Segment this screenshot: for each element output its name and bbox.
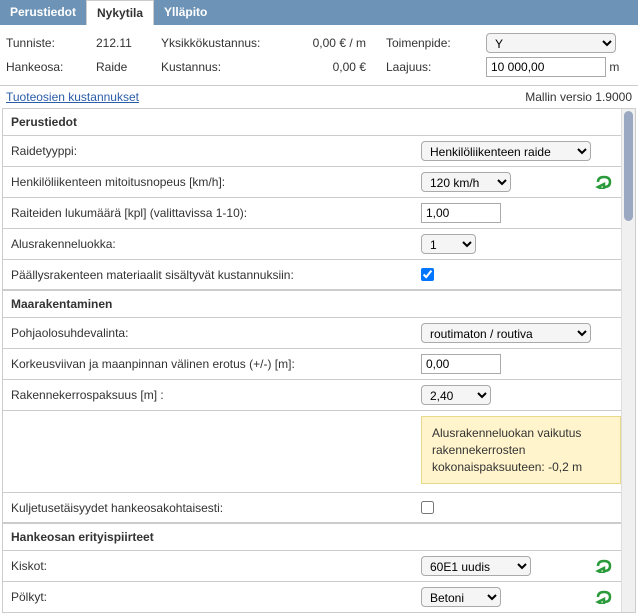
- paallys-checkbox[interactable]: [421, 268, 434, 281]
- undo-icon[interactable]: [595, 590, 613, 604]
- tunniste-label: Tunniste:: [6, 36, 96, 50]
- undo-icon[interactable]: [595, 175, 613, 189]
- polkyt-label: Pölkyt:: [11, 590, 421, 604]
- kuljetus-label: Kuljetusetäisyydet hankeosakohtaisesti:: [11, 501, 421, 515]
- row-paallys: Päällysrakenteen materiaalit sisältyvät …: [3, 260, 621, 290]
- row-rakenne: Rakennekerrospaksuus [m] : 2,40: [3, 380, 621, 411]
- row-kiskot: Kiskot: 60E1 uudis: [3, 551, 621, 582]
- toimenpide-select[interactable]: Y: [486, 33, 616, 53]
- note-row: Alusrakenneluokan vaikutus rakennekerros…: [3, 411, 621, 493]
- kiskot-label: Kiskot:: [11, 559, 421, 573]
- yksikkokustannus-label: Yksikkökustannus:: [161, 36, 281, 50]
- section-erityis: Hankeosan erityispiirteet: [3, 523, 621, 551]
- section-maarakentaminen: Maarakentaminen: [3, 290, 621, 318]
- tab-nykytila[interactable]: Nykytila: [86, 0, 154, 25]
- row-raidetyyppi: Raidetyyppi: Henkilöliikenteen raide: [3, 136, 621, 167]
- row-mitoitusnopeus: Henkilöliikenteen mitoitusnopeus [km/h]:…: [3, 167, 621, 198]
- raiteiden-label: Raiteiden lukumäärä [kpl] (valittavissa …: [11, 206, 421, 220]
- korkeus-input[interactable]: [421, 354, 501, 374]
- tabs: Perustiedot Nykytila Ylläpito: [0, 0, 638, 25]
- pohja-label: Pohjaolosuhdevalinta:: [11, 326, 421, 340]
- paallys-label: Päällysrakenteen materiaalit sisältyvät …: [11, 268, 421, 282]
- rakenne-label: Rakennekerrospaksuus [m] :: [11, 388, 421, 402]
- mitoitusnopeus-label: Henkilöliikenteen mitoitusnopeus [km/h]:: [11, 175, 421, 189]
- raidetyyppi-label: Raidetyyppi:: [11, 144, 421, 158]
- hankeosa-value: Raide: [96, 60, 161, 74]
- row-korkeus: Korkeusviivan ja maanpinnan välinen erot…: [3, 349, 621, 380]
- tab-perustiedot[interactable]: Perustiedot: [0, 0, 86, 25]
- kustannus-label: Kustannus:: [161, 60, 281, 74]
- tuoteosien-link[interactable]: Tuoteosien kustannukset: [0, 86, 145, 108]
- laajuus-unit: m: [609, 60, 619, 74]
- laajuus-input[interactable]: [486, 57, 606, 77]
- kuljetus-checkbox[interactable]: [421, 501, 434, 514]
- hankeosa-label: Hankeosa:: [6, 60, 96, 74]
- scrollbar[interactable]: [621, 109, 635, 612]
- note-box: Alusrakenneluokan vaikutus rakennekerros…: [421, 416, 621, 484]
- toimenpide-select-wrap: Y: [486, 33, 626, 53]
- rakenne-select[interactable]: 2,40: [421, 385, 491, 405]
- row-alusrakenne: Alusrakenneluokka: 1: [3, 229, 621, 260]
- toimenpide-label: Toimenpide:: [386, 36, 486, 50]
- kiskot-select[interactable]: 60E1 uudis: [421, 556, 531, 576]
- scroll-thumb[interactable]: [624, 111, 633, 221]
- model-version: Mallin versio 1.9000: [519, 86, 638, 108]
- section-perustiedot: Perustiedot: [3, 109, 621, 136]
- alusrakenne-select[interactable]: 1: [421, 234, 476, 254]
- infobar: Tunniste: 212.11 Yksikkökustannus: 0,00 …: [0, 25, 638, 85]
- row-polkyt: Pölkyt: Betoni: [3, 582, 621, 612]
- tunniste-value: 212.11: [96, 36, 161, 50]
- row-kuljetus: Kuljetusetäisyydet hankeosakohtaisesti:: [3, 493, 621, 523]
- undo-icon[interactable]: [595, 559, 613, 573]
- row-pohja: Pohjaolosuhdevalinta: routimaton / routi…: [3, 318, 621, 349]
- polkyt-select[interactable]: Betoni: [421, 587, 501, 607]
- kustannus-value: 0,00 €: [281, 60, 386, 74]
- yksikkokustannus-value: 0,00 € / m: [281, 36, 386, 50]
- laajuus-wrap: m: [486, 57, 626, 77]
- pohja-select[interactable]: routimaton / routiva: [421, 323, 591, 343]
- raiteiden-input[interactable]: [421, 203, 501, 223]
- tab-yllapito[interactable]: Ylläpito: [154, 0, 217, 25]
- row-raiteiden: Raiteiden lukumäärä [kpl] (valittavissa …: [3, 198, 621, 229]
- content-panel: Perustiedot Raidetyyppi: Henkilöliikente…: [2, 108, 636, 613]
- laajuus-label: Laajuus:: [386, 60, 486, 74]
- korkeus-label: Korkeusviivan ja maanpinnan välinen erot…: [11, 357, 421, 371]
- alusrakenne-label: Alusrakenneluokka:: [11, 237, 421, 251]
- raidetyyppi-select[interactable]: Henkilöliikenteen raide: [421, 141, 591, 161]
- mitoitusnopeus-select[interactable]: 120 km/h: [421, 172, 511, 192]
